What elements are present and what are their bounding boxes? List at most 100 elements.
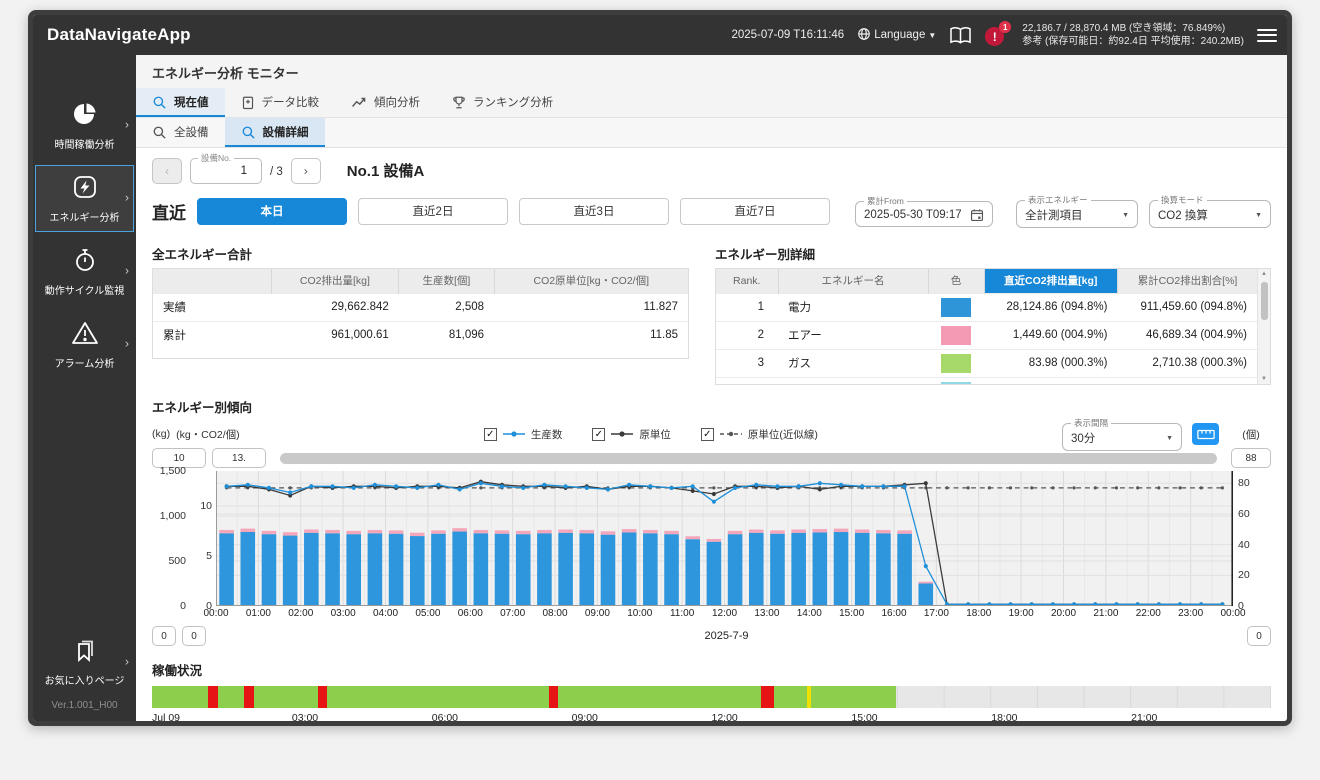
axis-min-kg-input[interactable]: 0: [152, 626, 176, 646]
x-axis-label: 14:00: [797, 608, 822, 619]
axis-tick-label: 5: [206, 550, 212, 562]
document-compare-icon: [241, 95, 255, 110]
x-axis-label: 05:00: [415, 608, 440, 619]
sort-column-cumulative[interactable]: 累計CO2排出割合[%]: [1117, 269, 1257, 293]
equipment-total: / 3: [270, 166, 283, 184]
trophy-icon: [452, 95, 466, 110]
table-cell: 81,096: [399, 321, 494, 349]
table-cell: エアー: [778, 321, 928, 349]
page-title: エネルギー分析 モニター: [136, 55, 1287, 88]
display-energy-select[interactable]: 表示エネルギー 全計測項目▼: [1016, 194, 1138, 228]
axis-kg-label: (kg): [152, 428, 170, 440]
cumulative-from-field[interactable]: 累計From 2025-05-30 T09:17: [855, 195, 993, 227]
scroll-down-icon: ▼: [1261, 374, 1267, 384]
period-button-2days[interactable]: 直近2日: [358, 198, 508, 225]
period-button-today[interactable]: 本日: [197, 198, 347, 225]
period-row: 直近 本日 直近2日 直近3日 直近7日 累計From 2025-05-30 T…: [136, 186, 1287, 238]
scroll-up-icon: ▲: [1261, 269, 1267, 279]
sidebar-item-favorites[interactable]: お気に入りページ ›: [35, 630, 134, 695]
table-cell: 2: [716, 321, 778, 349]
tab-ranking-analysis[interactable]: ランキング分析: [436, 88, 569, 117]
equipment-next-button[interactable]: ›: [291, 158, 321, 184]
table-cell: 29,662.842: [271, 293, 399, 321]
manual-book-icon[interactable]: [949, 26, 972, 45]
storage-line2: 参考 (保存可能日：約92.4日 平均使用：240.2MB): [1022, 35, 1244, 48]
table-cell: 1: [716, 293, 778, 321]
table-cell: 11.85: [494, 321, 688, 349]
x-axis-label: 19:00: [1009, 608, 1034, 619]
tab-current-value[interactable]: 現在値: [136, 88, 225, 117]
table-cell: [928, 349, 984, 377]
trend-chart: [216, 471, 1233, 606]
chart-horizontal-scrollbar[interactable]: [280, 453, 1217, 464]
color-swatch: [941, 354, 971, 373]
x-axis-label: 00:00: [1220, 608, 1245, 619]
subtab-all-equipment[interactable]: 全設備: [136, 118, 225, 147]
equipment-name: No.1 設備A: [347, 160, 425, 184]
sidebar: 時間稼働分析 › エネルギー分析 › 動作サイクル監視 ›: [33, 55, 136, 721]
x-axis-label: 15:00: [839, 608, 864, 619]
energy-bolt-icon: [72, 174, 98, 205]
legend-production[interactable]: ✓ 生産数: [484, 427, 563, 442]
language-menu[interactable]: Language ▼: [857, 27, 936, 44]
axis-max-count-input[interactable]: 88: [1231, 448, 1271, 468]
axis-tick-label: 20: [1238, 569, 1250, 581]
tab-bar: 現在値 データ比較 傾向分析 ランキング分析: [136, 88, 1287, 118]
period-button-7days[interactable]: 直近7日: [680, 198, 830, 225]
table-row[interactable]: 累計961,000.6181,09611.85: [153, 321, 688, 349]
timeline-tick-label: 06:00: [432, 712, 458, 721]
detail-table-scrollbar[interactable]: ▲ ▼: [1257, 269, 1270, 384]
x-axis-label: 21:00: [1093, 608, 1118, 619]
storage-line1: 22,186.7 / 28,870.4 MB (空き領域：76.849%): [1022, 22, 1244, 35]
alert-notification-button[interactable]: ! 1: [985, 24, 1009, 46]
scale-ruler-button[interactable]: [1192, 423, 1219, 445]
legend-intensity[interactable]: ✓ 原単位: [592, 427, 671, 442]
operation-section: 稼働状況 Jul 0903:0006:0009:0012:0015:0018:0…: [136, 646, 1287, 721]
calendar-icon[interactable]: [970, 208, 984, 222]
x-axis-label: 16:00: [881, 608, 906, 619]
x-axis-labels: 00:0001:0002:0003:0004:0005:0006:0007:00…: [216, 608, 1233, 623]
checkbox-checked-icon: ✓: [592, 428, 605, 441]
axis-min-ratio-input[interactable]: 0: [182, 626, 206, 646]
sidebar-item-alarm-analysis[interactable]: アラーム分析 ›: [35, 311, 134, 378]
tab-trend-analysis[interactable]: 傾向分析: [335, 88, 436, 117]
x-axis-label: 07:00: [500, 608, 525, 619]
interval-select[interactable]: 表示間隔 30分▼: [1062, 417, 1182, 451]
conversion-mode-select[interactable]: 換算モード CO2 換算▼: [1149, 194, 1271, 228]
table-cell: 1.40 (000.0%): [984, 377, 1117, 385]
axis-max-ratio-input[interactable]: 13.: [212, 448, 266, 468]
globe-icon: [857, 27, 871, 44]
sidebar-item-cycle-monitor[interactable]: 動作サイクル監視 ›: [35, 238, 134, 305]
subtab-equipment-detail[interactable]: 設備詳細: [225, 118, 325, 147]
trend-section: エネルギー別傾向 (kg) (kg・CO2/個) ✓ 生産数 ✓ 原単: [136, 385, 1287, 646]
series-marker-icon: [502, 429, 526, 439]
table-row[interactable]: 2エアー1,449.60 (004.9%)46,689.34 (004.9%): [716, 321, 1257, 349]
table-cell: 1,449.60 (004.9%): [984, 321, 1117, 349]
legend-intensity-approx[interactable]: ✓ 原単位(近似線): [701, 427, 818, 442]
table-row[interactable]: 1電力28,124.86 (094.8%)911,459.60 (094.8%): [716, 293, 1257, 321]
y-axis-count: 020406080: [1233, 471, 1271, 606]
sort-column-recent-co2[interactable]: 直近CO2排出量[kg]: [984, 269, 1117, 293]
table-row[interactable]: 3ガス83.98 (000.3%)2,710.38 (000.3%): [716, 349, 1257, 377]
equipment-prev-button[interactable]: ‹: [152, 158, 182, 184]
table-row[interactable]: 実績29,662.8422,50811.827: [153, 293, 688, 321]
energy-detail-table: Rank. エネルギー名 色 直近CO2排出量[kg] 累計CO2排出割合[%]…: [716, 269, 1257, 385]
table-cell: 961,000.61: [271, 321, 399, 349]
timeline-tick-label: 21:00: [1131, 712, 1157, 721]
axis-min-count-input[interactable]: 0: [1247, 626, 1271, 646]
sidebar-item-energy-analysis[interactable]: エネルギー分析 ›: [35, 165, 134, 232]
timeline-tick-label: 12:00: [712, 712, 738, 721]
table-cell: [928, 293, 984, 321]
chevron-down-icon: ▼: [928, 31, 936, 40]
menu-icon[interactable]: [1257, 27, 1277, 44]
timeline-tick-label: 09:00: [572, 712, 598, 721]
table-row[interactable]: 4水1.40 (000.0%)141.28 (000.0%): [716, 377, 1257, 385]
tab-data-compare[interactable]: データ比較: [225, 88, 336, 117]
sidebar-item-time-operation[interactable]: 時間稼働分析 ›: [35, 92, 134, 159]
table-cell: 83.98 (000.3%): [984, 349, 1117, 377]
stopwatch-icon: [72, 247, 98, 278]
period-button-3days[interactable]: 直近3日: [519, 198, 669, 225]
chart-legend: ✓ 生産数 ✓ 原単位 ✓ 原単位(近似線): [484, 427, 818, 442]
timeline-tick-label: Jul 09: [152, 712, 180, 721]
color-swatch: [941, 382, 971, 385]
